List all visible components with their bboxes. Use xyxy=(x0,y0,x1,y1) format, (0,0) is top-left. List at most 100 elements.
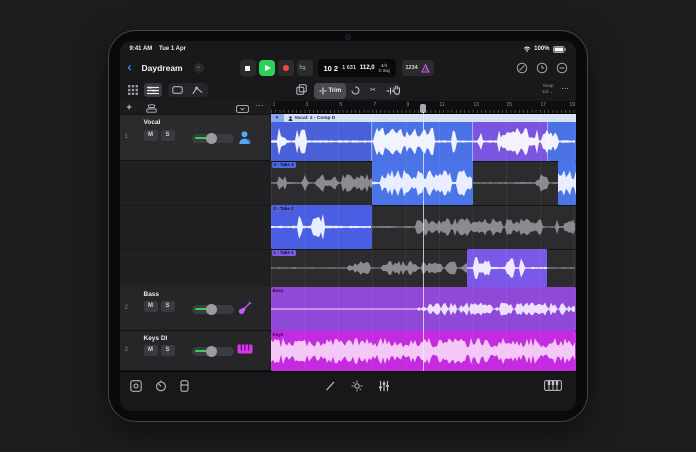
track-number: 1 xyxy=(124,134,128,140)
volume-slider[interactable] xyxy=(191,345,234,357)
record-icon xyxy=(282,65,289,71)
marquee-tool-icon[interactable] xyxy=(172,86,183,94)
take-1-region[interactable] xyxy=(466,249,547,287)
tool-row-more-icon[interactable]: ⋯ xyxy=(561,84,570,93)
browser-grid-icon[interactable] xyxy=(127,85,138,95)
track-header-more-icon[interactable]: ⋯ xyxy=(256,101,264,110)
wifi-icon xyxy=(523,46,531,52)
ruler-bar-number: 3 xyxy=(305,102,309,108)
count-in-button[interactable]: 1234 xyxy=(406,65,418,71)
stop-icon xyxy=(245,65,250,71)
piano-keyboard-icon[interactable] xyxy=(543,380,562,391)
clock-icon[interactable] xyxy=(536,62,548,74)
lcd-display[interactable]: 10 2 1 631 112,0 4/4 C maj xyxy=(317,59,396,77)
vocalist-icon xyxy=(238,131,251,144)
solo-button[interactable]: S xyxy=(160,345,175,356)
track-header-vocal[interactable]: 1 Vocal M S xyxy=(119,115,270,161)
status-bar: 9:41 AM Tue 1 Apr 100% xyxy=(120,41,576,55)
snap-setting[interactable]: Snap 1/4 ⌄ xyxy=(542,83,554,95)
ruler-bar-number: 1 xyxy=(272,102,276,108)
duplicate-icon[interactable] xyxy=(295,84,307,95)
record-button[interactable] xyxy=(277,60,294,76)
more-icon[interactable] xyxy=(556,62,568,74)
mute-button[interactable]: M xyxy=(143,130,158,141)
collapse-track-headers-icon[interactable] xyxy=(235,104,249,113)
clock-time: 9:41 AM xyxy=(129,46,153,52)
browsers-icon[interactable] xyxy=(129,380,142,392)
front-camera xyxy=(346,34,350,39)
solo-button[interactable]: S xyxy=(160,130,175,141)
mixer-faders-icon[interactable] xyxy=(378,380,390,392)
take-lane-label: 1 - Take 1 xyxy=(271,250,296,256)
region-label: Keys xyxy=(272,332,284,337)
slider-knob[interactable] xyxy=(205,132,217,144)
vocal-mini-icon xyxy=(288,115,292,121)
track-header-bass[interactable]: 2 Bass M S xyxy=(119,287,270,331)
bottom-bar xyxy=(119,371,576,411)
slider-knob[interactable] xyxy=(205,303,217,315)
waveform xyxy=(557,170,576,196)
plugins-knob-icon[interactable] xyxy=(155,380,167,392)
ruler-bar-number: 17 xyxy=(540,102,547,108)
ipad-screen: 9:41 AM Tue 1 Apr 100% ‹ Daydream ⌄ ⇆ 10… xyxy=(119,41,576,411)
track-name[interactable]: Keys DI xyxy=(144,335,168,342)
ruler-bar-number: 15 xyxy=(506,102,513,108)
keyboard-instrument-icon xyxy=(237,344,252,354)
volume-slider[interactable] xyxy=(191,303,234,315)
cycle-button[interactable]: ⇆ xyxy=(296,60,313,76)
track-number: 3 xyxy=(124,347,128,353)
edit-pencil-icon[interactable] xyxy=(325,380,336,391)
split-tool-button[interactable]: ✂ xyxy=(365,83,381,99)
cycle-icon: ⇆ xyxy=(299,63,306,72)
settings-dial-icon[interactable] xyxy=(351,380,363,392)
take-3-region-tail[interactable] xyxy=(557,161,576,205)
project-title[interactable]: Daydream xyxy=(142,63,183,73)
battery-percent: 100% xyxy=(534,46,550,52)
play-button[interactable] xyxy=(258,60,275,76)
tuner-icon[interactable] xyxy=(516,62,528,74)
track-header-toolbar: + ⋯ xyxy=(119,101,270,115)
fader-icon[interactable] xyxy=(180,380,189,392)
tracks-view-icon xyxy=(146,86,159,94)
mute-button[interactable]: M xyxy=(143,345,158,356)
edit-tools-group xyxy=(167,83,208,97)
slider-knob[interactable] xyxy=(205,345,217,357)
metronome-icon[interactable] xyxy=(420,63,430,73)
main-toolbar: ‹ Daydream ⌄ ⇆ 10 2 1 631 112,0 4/4 C ma… xyxy=(120,55,576,81)
desktop-background: 9:41 AM Tue 1 Apr 100% ‹ Daydream ⌄ ⇆ 10… xyxy=(0,0,696,452)
trim-tool-button[interactable]: Trim xyxy=(313,82,347,99)
track-header-keys-di[interactable]: 3 Keys DI M S xyxy=(119,331,270,371)
volume-slider[interactable] xyxy=(191,132,234,144)
tracks-view-button[interactable] xyxy=(143,83,162,97)
loop-tool-button[interactable] xyxy=(346,83,365,99)
track-name[interactable]: Bass xyxy=(144,291,160,298)
region-label: Bass xyxy=(272,288,284,293)
clock-date: Tue 1 Apr xyxy=(158,46,186,52)
stop-button[interactable] xyxy=(239,60,256,76)
scissors-icon: ✂ xyxy=(370,86,377,94)
play-icon xyxy=(264,64,271,71)
mute-button[interactable]: M xyxy=(143,301,158,312)
ruler-bar-number: 5 xyxy=(339,102,343,108)
lcd-key: C maj xyxy=(378,68,390,73)
lane-divider xyxy=(119,205,270,206)
automation-tool-icon[interactable] xyxy=(192,86,203,95)
take-folder-disclosure-icon[interactable]: ▾ xyxy=(270,114,284,122)
playhead-line xyxy=(422,112,424,371)
tracks-area: + ⋯ 1 Vocal M S 2 Bass M S 3 Keys DI M S… xyxy=(119,101,576,371)
ruler-bar-number: 11 xyxy=(439,102,445,108)
track-name[interactable]: Vocal xyxy=(144,119,161,126)
solo-button[interactable]: S xyxy=(160,301,175,312)
trim-label: Trim xyxy=(328,87,342,94)
add-track-button[interactable]: + xyxy=(127,102,132,112)
back-chevron-icon[interactable]: ‹ xyxy=(128,60,132,74)
take-lane-label: 2 - Take 2 xyxy=(271,206,296,212)
hand-tool-icon[interactable] xyxy=(392,84,402,95)
toolbar-right-buttons xyxy=(516,62,568,74)
battery-icon xyxy=(552,45,566,53)
track-stack-icon[interactable] xyxy=(145,104,157,113)
take-lane-label: 3 - Take 3 xyxy=(271,162,296,168)
snap-value: 1/4 xyxy=(541,89,549,95)
transport-controls: ⇆ xyxy=(239,60,313,76)
project-menu-icon[interactable]: ⌄ xyxy=(193,63,204,73)
